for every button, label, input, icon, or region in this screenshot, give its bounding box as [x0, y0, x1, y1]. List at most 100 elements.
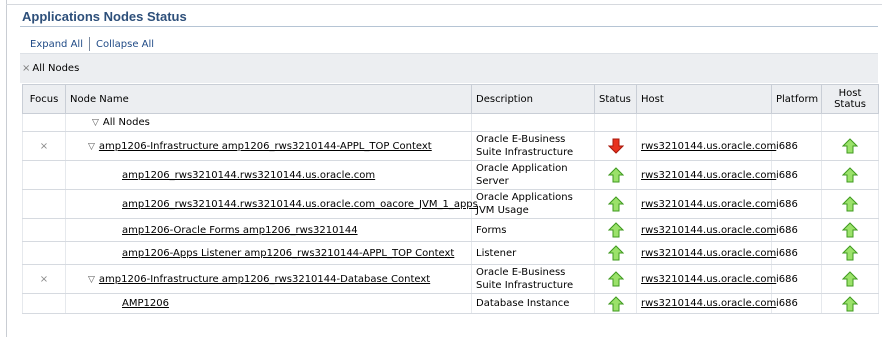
node-name-cell: ▽ amp1206-Infrastructure amp1206_rws32101…: [65, 264, 472, 294]
focus-cell: ×: [22, 264, 66, 294]
focus-cell: [22, 113, 66, 132]
node-name-cell: AMP1206: [65, 293, 472, 314]
node-name-link[interactable]: amp1206-Oracle Forms amp1206_rws3210144: [122, 225, 358, 236]
arrow-down-icon: [607, 138, 624, 154]
platform-cell: i686: [771, 293, 822, 314]
node-name-link[interactable]: AMP1206: [122, 298, 169, 309]
focus-cell: [22, 293, 66, 314]
title-rule: [20, 26, 878, 27]
arrow-up-icon: [842, 167, 858, 183]
focus-cell: [22, 218, 66, 242]
status-cell: [594, 241, 637, 265]
focus-cell: [22, 160, 66, 190]
x-icon[interactable]: ×: [22, 63, 30, 74]
column-header-host[interactable]: Host: [636, 84, 772, 114]
status-cell: [594, 160, 637, 190]
node-name-cell: amp1206-Oracle Forms amp1206_rws3210144: [65, 218, 472, 242]
nodes-table: Focus Node Name Description Status Host …: [22, 84, 879, 314]
description-cell: Database Instance: [471, 293, 595, 314]
description-cell: Oracle E-Business Suite Infrastructure: [471, 264, 595, 294]
host-link[interactable]: rws3210144.us.oracle.com: [641, 248, 776, 259]
triangle-down-icon[interactable]: ▽: [88, 275, 95, 285]
triangle-down-icon[interactable]: ▽: [88, 142, 95, 152]
host-cell: rws3210144.us.oracle.com: [636, 264, 776, 294]
arrow-up-icon: [842, 271, 858, 287]
table-row: amp1206_rws3210144.rws3210144.us.oracle.…: [22, 160, 879, 190]
column-header-focus[interactable]: Focus: [22, 84, 66, 114]
table-row: × ▽ amp1206-Infrastructure amp1206_rws3210…: [22, 264, 879, 294]
arrow-up-icon: [607, 196, 624, 212]
action-separator: [88, 37, 90, 51]
description-cell: Oracle Applications JVM Usage: [471, 189, 595, 219]
root-node-label: All Nodes: [102, 117, 150, 128]
host-status-cell: [821, 160, 879, 190]
host-cell: rws3210144.us.oracle.com: [636, 189, 776, 219]
node-name-cell: amp1206_rws3210144.rws3210144.us.oracle.…: [65, 189, 478, 219]
focus-cell: ×: [22, 131, 66, 161]
host-status-cell: [821, 293, 879, 314]
focus-breadcrumb-bar: × All Nodes: [20, 53, 878, 83]
host-status-cell: [821, 189, 879, 219]
node-name-link[interactable]: amp1206_rws3210144.rws3210144.us.oracle.…: [122, 170, 375, 181]
table-header-row: Focus Node Name Description Status Host …: [22, 84, 879, 114]
platform-cell: i686: [771, 264, 822, 294]
node-name-cell: amp1206-Apps Listener amp1206_rws3210144…: [65, 241, 472, 265]
platform-cell: i686: [771, 218, 822, 242]
description-cell: Oracle Application Server: [471, 160, 595, 190]
host-status-cell: [821, 218, 879, 242]
node-name-cell: ▽ All Nodes: [65, 113, 472, 132]
host-link[interactable]: rws3210144.us.oracle.com: [641, 274, 776, 285]
column-header-host-status[interactable]: Host Status: [821, 84, 879, 114]
status-cell: [594, 218, 637, 242]
node-name-cell: ▽ amp1206-Infrastructure amp1206_rws32101…: [65, 131, 472, 161]
host-link[interactable]: rws3210144.us.oracle.com: [641, 199, 776, 210]
expand-all-link[interactable]: Expand All: [30, 39, 83, 50]
status-cell: [594, 293, 637, 314]
description-cell: Oracle E-Business Suite Infrastructure: [471, 131, 595, 161]
x-icon[interactable]: ×: [40, 274, 48, 285]
host-cell: rws3210144.us.oracle.com: [636, 131, 776, 161]
table-row: × ▽ amp1206-Infrastructure amp1206_rws3210…: [22, 131, 879, 161]
arrow-up-icon: [607, 167, 624, 183]
platform-cell: i686: [771, 131, 822, 161]
platform-cell: i686: [771, 160, 822, 190]
x-icon[interactable]: ×: [40, 141, 48, 152]
platform-cell: i686: [771, 189, 822, 219]
status-cell: [594, 189, 637, 219]
status-cell: [594, 131, 637, 161]
host-cell: rws3210144.us.oracle.com: [636, 241, 776, 265]
description-cell: Forms: [471, 218, 595, 242]
triangle-down-icon[interactable]: ▽: [92, 118, 99, 128]
collapse-all-link[interactable]: Collapse All: [96, 39, 154, 50]
node-name-link[interactable]: amp1206-Apps Listener amp1206_rws3210144…: [122, 248, 454, 259]
arrow-up-icon: [607, 295, 624, 311]
column-header-status[interactable]: Status: [594, 84, 637, 114]
table-row-root: ▽ All Nodes: [22, 113, 879, 132]
arrow-up-icon: [842, 222, 858, 238]
arrow-up-icon: [607, 245, 624, 261]
host-status-cell: [821, 264, 879, 294]
node-name-link[interactable]: amp1206-Infrastructure amp1206_rws321014…: [99, 274, 430, 285]
host-status-cell: [821, 131, 879, 161]
table-row: amp1206_rws3210144.rws3210144.us.oracle.…: [22, 189, 879, 219]
host-cell: rws3210144.us.oracle.com: [636, 218, 776, 242]
arrow-up-icon: [842, 245, 858, 261]
description-cell: Listener: [471, 241, 595, 265]
host-link[interactable]: rws3210144.us.oracle.com: [641, 225, 776, 236]
page-title: Applications Nodes Status: [22, 9, 187, 24]
node-name-link[interactable]: amp1206_rws3210144.rws3210144.us.oracle.…: [122, 199, 478, 210]
focus-cell: [22, 241, 66, 265]
host-link[interactable]: rws3210144.us.oracle.com: [641, 170, 776, 181]
column-header-node-name[interactable]: Node Name: [65, 84, 472, 114]
host-cell: rws3210144.us.oracle.com: [636, 293, 776, 314]
host-status-cell: [821, 241, 879, 265]
arrow-up-icon: [607, 222, 624, 238]
column-header-platform[interactable]: Platform: [771, 84, 822, 114]
host-link[interactable]: rws3210144.us.oracle.com: [641, 141, 776, 152]
column-header-description[interactable]: Description: [471, 84, 595, 114]
arrow-up-icon: [842, 138, 858, 154]
host-link[interactable]: rws3210144.us.oracle.com: [641, 298, 776, 309]
node-name-cell: amp1206_rws3210144.rws3210144.us.oracle.…: [65, 160, 472, 190]
node-name-link[interactable]: amp1206-Infrastructure amp1206_rws321014…: [99, 141, 432, 152]
focus-cell: [22, 189, 66, 219]
